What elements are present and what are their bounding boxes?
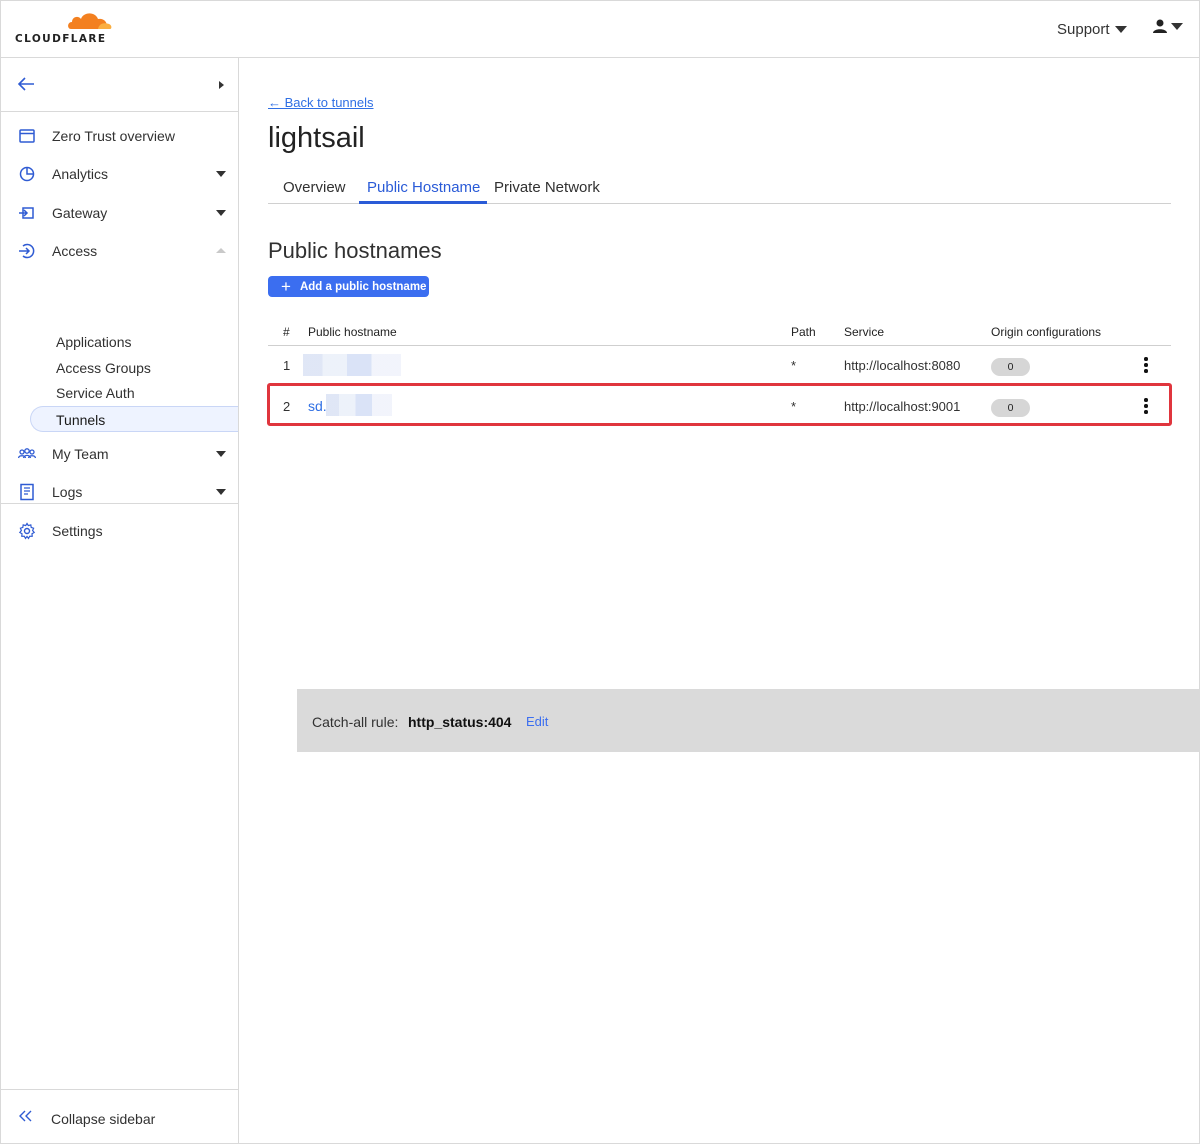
row-divider [268, 384, 1171, 385]
catch-all-label: Catch-all rule: [312, 714, 399, 730]
edit-catch-all-link[interactable]: Edit [526, 714, 548, 729]
sidebar-subitem-tunnels[interactable]: Tunnels [30, 406, 238, 432]
row-service: http://localhost:9001 [844, 399, 961, 414]
arrow-left-icon[interactable] [17, 76, 35, 92]
cloud-logo-icon [68, 13, 112, 29]
sidebar-subitem-service-auth[interactable]: Service Auth [56, 385, 135, 401]
sidebar-header [1, 58, 238, 112]
chevron-down-icon [1114, 26, 1127, 33]
add-button-label: Add a public hostname [299, 280, 427, 293]
active-tab-indicator [359, 201, 487, 204]
brand-name: CLOUDFLARE [15, 33, 107, 45]
gear-icon [18, 522, 36, 540]
origin-config-count[interactable]: 0 [991, 358, 1030, 376]
column-header: Public hostname [308, 325, 397, 339]
sidebar-item-label: My Team [52, 446, 109, 462]
chevron-right-icon[interactable] [219, 81, 224, 89]
more-vertical-icon[interactable] [1142, 398, 1150, 414]
top-bar: CLOUDFLARE Support [1, 1, 1199, 58]
sidebar-item-logs[interactable]: Logs [1, 476, 238, 508]
page-title: lightsail [268, 122, 365, 154]
chevron-down-icon [216, 451, 226, 457]
origin-config-count[interactable]: 0 [991, 399, 1030, 417]
sidebar-item-settings[interactable]: Settings [1, 515, 238, 547]
row-path: * [791, 399, 797, 414]
sidebar-item-zero-trust-overview[interactable]: Zero Trust overview [1, 120, 238, 152]
add-public-hostname-button[interactable]: + Add a public hostname [268, 276, 429, 297]
redacted-hostname [303, 354, 401, 376]
chevron-down-icon [216, 210, 226, 216]
sidebar-nav: Zero Trust overview Analytics Gateway Ac… [1, 112, 238, 540]
column-header: Origin configurations [991, 325, 1102, 339]
redacted-hostname [326, 394, 392, 416]
row-number: 2 [283, 399, 291, 414]
sidebar-item-label: Gateway [52, 205, 108, 221]
sidebar-item-label: Zero Trust overview [52, 128, 175, 144]
sidebar-item-access[interactable]: Access [1, 235, 238, 267]
more-vertical-icon[interactable] [1142, 357, 1150, 373]
tab-private-network[interactable]: Private Network [494, 179, 600, 196]
collapse-sidebar-label: Collapse sidebar [51, 1111, 156, 1127]
support-label: Support [1057, 21, 1110, 38]
tab-public-hostname[interactable]: Public Hostname [367, 179, 480, 196]
team-icon [18, 448, 36, 459]
tab-overview[interactable]: Overview [283, 179, 346, 196]
main-content: ← Back to tunnels lightsail Overview Pub… [239, 58, 1200, 1143]
user-icon [1153, 19, 1167, 33]
access-icon [19, 243, 35, 259]
sidebar-item-gateway[interactable]: Gateway [1, 197, 238, 229]
logs-icon [20, 483, 34, 501]
sidebar-subitem-label: Tunnels [56, 412, 106, 428]
sidebar: Zero Trust overview Analytics Gateway Ac… [1, 58, 239, 1143]
column-header: # [283, 325, 290, 339]
collapse-sidebar-button[interactable]: Collapse sidebar [1, 1089, 238, 1143]
section-title: Public hostnames [268, 238, 442, 263]
catch-all-value: http_status:404 [408, 714, 512, 730]
back-to-tunnels-link[interactable]: ← Back to tunnels [268, 95, 374, 110]
window-icon [19, 129, 35, 143]
chevron-down-icon [216, 171, 226, 177]
user-menu[interactable] [1153, 19, 1183, 33]
sidebar-item-label: Access [52, 243, 98, 259]
chevron-up-icon [216, 248, 226, 253]
gateway-icon [19, 207, 34, 219]
plus-icon: + [281, 276, 291, 296]
sidebar-item-my-team[interactable]: My Team [1, 438, 238, 470]
sidebar-item-label: Logs [52, 484, 83, 500]
tab-bar: Overview Public Hostname Private Network [268, 170, 1171, 204]
pie-chart-icon [19, 166, 35, 182]
chevron-down-icon [216, 489, 226, 495]
row-path: * [791, 358, 797, 373]
row-service: http://localhost:8080 [844, 358, 961, 373]
chevron-down-icon [1171, 22, 1183, 30]
column-header: Service [844, 325, 885, 339]
catch-all-rule: Catch-all rule: http_status:404 Edit [297, 689, 1200, 752]
double-chevron-left-icon [19, 1110, 32, 1122]
row-number: 1 [283, 358, 291, 373]
column-header: Path [791, 325, 816, 339]
sidebar-subitem-access-groups[interactable]: Access Groups [56, 360, 151, 376]
support-menu[interactable]: Support [1057, 21, 1127, 38]
table-row[interactable]: 1 * http://localhost:8080 0 [268, 346, 1171, 384]
table-row[interactable]: 2 sd. * http://localhost:9001 0 [268, 386, 1171, 424]
sidebar-item-label: Settings [52, 523, 103, 539]
sidebar-subitem-applications[interactable]: Applications [56, 334, 132, 350]
sidebar-item-analytics[interactable]: Analytics [1, 158, 238, 190]
hostname-link[interactable]: sd. [308, 398, 327, 414]
sidebar-item-label: Analytics [52, 166, 109, 182]
cloudflare-logo[interactable]: CLOUDFLARE [15, 9, 115, 49]
